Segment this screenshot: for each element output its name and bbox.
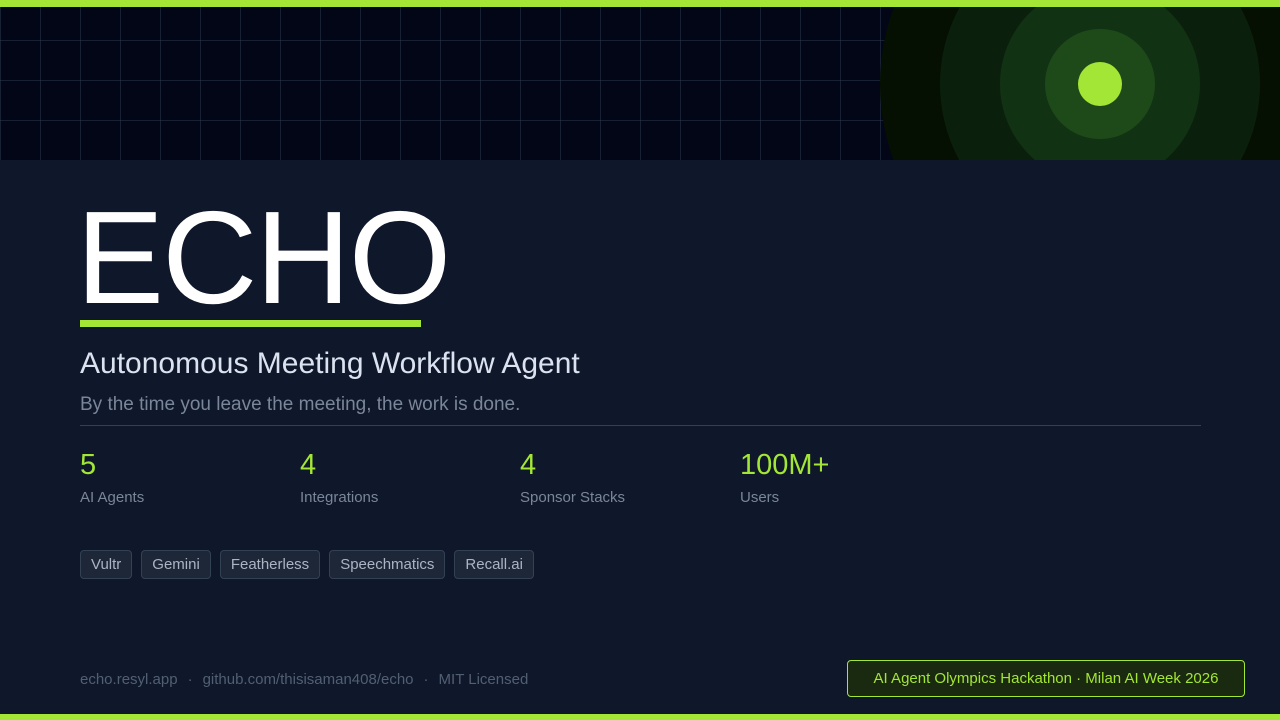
footer-separator: · bbox=[423, 671, 429, 688]
tag-featherless: Featherless bbox=[219, 550, 321, 579]
stat-label: Sponsor Stacks bbox=[520, 489, 626, 506]
footer-license: MIT Licensed bbox=[438, 671, 529, 688]
grid-header-band bbox=[0, 7, 1280, 160]
bottom-accent-bar bbox=[0, 714, 1280, 720]
stat-label: Integrations bbox=[300, 489, 379, 506]
stat-ai-agents: 5 AI Agents bbox=[80, 448, 280, 508]
footer-separator: · bbox=[187, 671, 193, 688]
radar-rings-graphic bbox=[880, 7, 1280, 160]
stat-label: Users bbox=[740, 489, 780, 506]
footer-links: echo.resyl.app · github.com/thisisaman40… bbox=[80, 670, 528, 690]
tag-vultr: Vultr bbox=[80, 550, 133, 579]
stat-integrations: 4 Integrations bbox=[300, 448, 500, 508]
brand-title: ECHO bbox=[76, 184, 451, 331]
stat-sponsor-stacks: 4 Sponsor Stacks bbox=[520, 448, 720, 508]
radar-center-dot bbox=[1078, 62, 1122, 106]
tag-recall-ai: Recall.ai bbox=[454, 550, 534, 579]
title-slide: ECHO Autonomous Meeting Workflow Agent B… bbox=[0, 0, 1280, 720]
stat-value: 4 bbox=[520, 449, 537, 481]
sponsor-tag-list: Vultr Gemini Featherless Speechmatics Re… bbox=[80, 550, 534, 579]
event-badge: AI Agent Olympics Hackathon · Milan AI W… bbox=[847, 660, 1245, 697]
footer-link-website[interactable]: echo.resyl.app bbox=[80, 670, 178, 690]
stat-value: 5 bbox=[80, 449, 97, 481]
stat-value: 100M+ bbox=[740, 449, 830, 481]
section-divider bbox=[80, 425, 1201, 426]
brand-tagline: By the time you leave the meeting, the w… bbox=[80, 394, 521, 415]
brand-subtitle: Autonomous Meeting Workflow Agent bbox=[80, 347, 580, 380]
top-accent-bar bbox=[0, 0, 1280, 7]
tag-speechmatics: Speechmatics bbox=[329, 550, 446, 579]
stat-users: 100M+ Users bbox=[740, 448, 940, 508]
brand-title-underline bbox=[80, 320, 421, 327]
footer-link-github[interactable]: github.com/thisisaman408/echo bbox=[203, 670, 414, 690]
stat-label: AI Agents bbox=[80, 489, 145, 506]
stat-value: 4 bbox=[300, 449, 317, 481]
tag-gemini: Gemini bbox=[141, 550, 211, 579]
